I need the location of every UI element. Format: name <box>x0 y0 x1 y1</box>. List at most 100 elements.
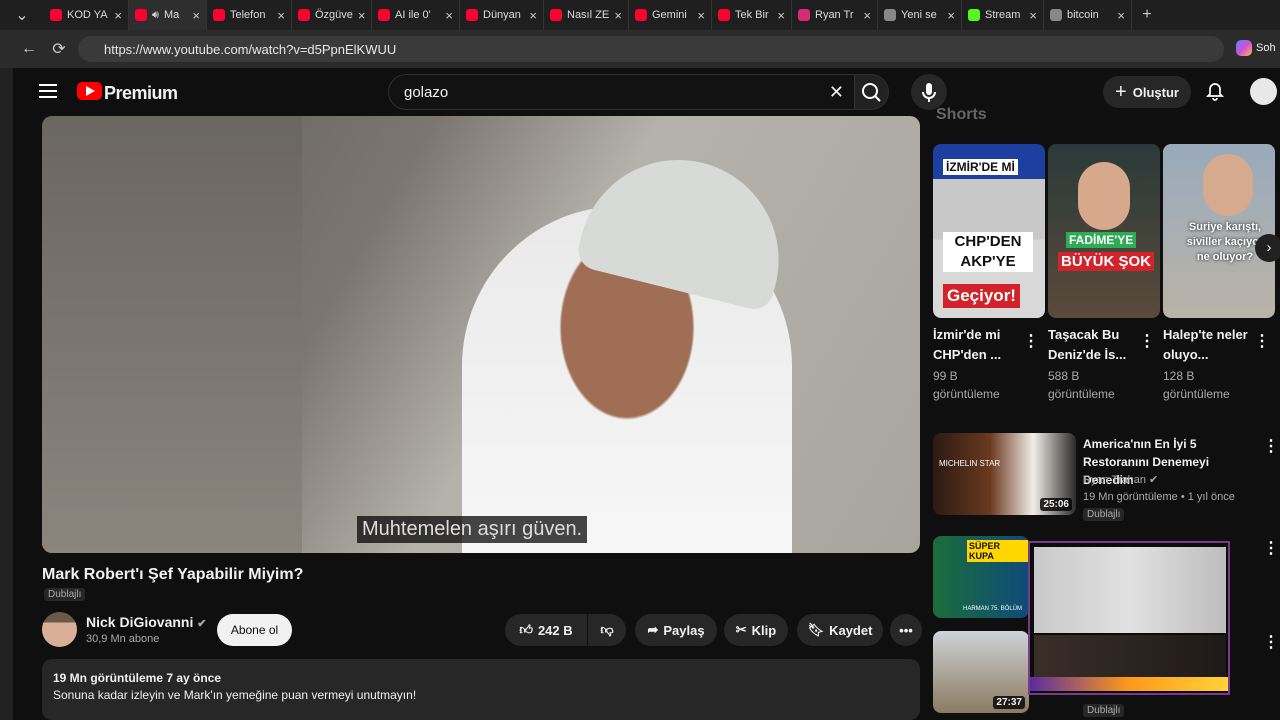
tab-close-icon[interactable]: × <box>1117 8 1125 23</box>
tab-close-icon[interactable]: × <box>277 8 285 23</box>
browser-tab-10[interactable]: Ryan Tr × <box>792 0 878 30</box>
like-button[interactable]: 👍︎ 242 B <box>505 614 587 646</box>
verified-icon: ✔ <box>1149 474 1159 486</box>
tab-label: Ryan Tr <box>815 9 854 21</box>
related-menu-1-icon[interactable]: ⋮ <box>1263 436 1279 456</box>
tab-close-icon[interactable]: × <box>529 8 537 23</box>
browser-tab-11[interactable]: Yeni se × <box>878 0 962 30</box>
short-views-3: 128 B görüntüleme <box>1163 369 1230 401</box>
dubbed-badge: Dublajlı <box>44 588 86 601</box>
related-thumbnail-3[interactable]: 27:37 <box>933 631 1029 713</box>
related-menu-3-icon[interactable]: ⋮ <box>1263 632 1279 652</box>
reload-icon[interactable]: ⟳ <box>44 39 74 59</box>
tab-close-icon[interactable]: × <box>1029 8 1037 23</box>
search-input[interactable]: golazo ✕ <box>388 74 855 110</box>
bookmark-icon: 🔖︎ <box>807 622 825 637</box>
related-dubbed-1: Dublajlı <box>1083 508 1125 521</box>
tab-favicon-icon <box>298 9 310 21</box>
hamburger-menu-icon[interactable] <box>39 84 57 98</box>
short-2-top-text: FADİME'YE <box>1066 232 1137 248</box>
browser-tab-2[interactable]: 🔊︎ Ma × <box>129 0 207 30</box>
url-field[interactable]: https://www.youtube.com/watch?v=d5PpnElK… <box>78 36 1224 62</box>
more-horizontal-icon: ••• <box>899 622 913 638</box>
tab-close-icon[interactable]: × <box>358 8 366 23</box>
related-thumbnail-2[interactable]: SÜPER KUPA HARMAN 75. BÖLÜM <box>933 536 1029 618</box>
related-thumbnail-1[interactable]: MICHELIN STAR 25:06 <box>933 433 1076 515</box>
browser-tab-7[interactable]: Nasıl ZE × <box>544 0 629 30</box>
like-count: 242 B <box>537 622 573 638</box>
browser-tab-9[interactable]: Tek Bir × <box>712 0 792 30</box>
dislike-button[interactable]: 👎︎ <box>588 614 626 646</box>
tab-favicon-icon <box>550 9 562 21</box>
video-caption: Muhtemelen aşırı güven. <box>357 516 588 543</box>
save-button[interactable]: 🔖︎ Kaydet <box>797 614 883 646</box>
tab-close-icon[interactable]: × <box>114 8 122 23</box>
short-thumbnail-2[interactable]: FADİME'YE BÜYÜK ŞOK <box>1048 144 1160 318</box>
notifications-bell-icon[interactable] <box>1205 82 1225 102</box>
tab-label: Yeni se <box>901 9 937 21</box>
short-thumbnail-1[interactable]: İZMİR'DE Mİ CHP'DEN AKP'YE Geçiyor! <box>933 144 1045 318</box>
short-title-3[interactable]: Halep'te neler oluyo... <box>1163 325 1251 365</box>
tab-close-icon[interactable]: × <box>863 8 871 23</box>
clear-search-icon[interactable]: ✕ <box>829 82 844 103</box>
scissors-icon: ✂ <box>735 622 747 637</box>
tab-close-icon[interactable]: × <box>445 8 453 23</box>
back-icon[interactable]: ← <box>14 40 44 58</box>
share-icon: ➦ <box>647 622 659 637</box>
tab-close-icon[interactable]: × <box>777 8 785 23</box>
short-title-2[interactable]: Taşacak Bu Deniz'de İs... <box>1048 325 1136 365</box>
voice-search-button[interactable] <box>911 74 947 110</box>
short-2-face <box>1078 162 1130 230</box>
channel-name-text: Nick DiGiovanni <box>86 614 194 630</box>
account-avatar[interactable] <box>1250 78 1277 105</box>
shorts-next-button[interactable]: › <box>1255 234 1280 262</box>
thumbs-down-icon: 👎︎ <box>600 622 614 637</box>
description-box[interactable]: 19 Mn görüntüleme 7 ay önce Sonuna kadar… <box>42 659 920 720</box>
channel-name[interactable]: Nick DiGiovanni ✔ <box>86 614 206 630</box>
clip-button[interactable]: ✂ Klip <box>724 614 788 646</box>
subscribe-button[interactable]: Abone ol <box>217 614 292 646</box>
tab-favicon-icon <box>466 9 478 21</box>
browser-tab-4[interactable]: Özgüve × <box>292 0 372 30</box>
share-button[interactable]: ➦ Paylaş <box>635 614 717 646</box>
browser-tab-13[interactable]: bitcoin × <box>1044 0 1132 30</box>
browser-tab-strip: ⌄ KOD YA × 🔊︎ Ma × Telefon × Özgüve × AI ile 0' × Dü… <box>0 0 1280 30</box>
create-button[interactable]: + Oluştur <box>1103 76 1191 108</box>
short-views-1: 99 B görüntüleme <box>933 369 1000 401</box>
webcam-overlay <box>1028 541 1230 695</box>
plus-icon: + <box>1115 80 1127 103</box>
tab-favicon-icon <box>968 9 980 21</box>
copilot-button[interactable]: Soh <box>1236 40 1276 56</box>
verified-icon: ✔ <box>197 618 207 630</box>
tab-close-icon[interactable]: × <box>192 8 200 23</box>
browser-tab-3[interactable]: Telefon × <box>207 0 292 30</box>
browser-tab-5[interactable]: AI ile 0' × <box>372 0 460 30</box>
save-label: Kaydet <box>829 622 873 638</box>
tab-close-icon[interactable]: × <box>614 8 622 23</box>
short-menu-2-icon[interactable]: ⋮ <box>1139 331 1155 351</box>
new-tab-icon[interactable]: + <box>1132 6 1162 24</box>
short-views-2: 588 B görüntüleme <box>1048 369 1115 401</box>
search-button[interactable] <box>855 74 889 110</box>
short-menu-1-icon[interactable]: ⋮ <box>1023 331 1039 351</box>
related-menu-2-icon[interactable]: ⋮ <box>1263 538 1279 558</box>
short-menu-3-icon[interactable]: ⋮ <box>1254 331 1270 351</box>
copilot-label: Soh <box>1256 42 1276 54</box>
tab-close-icon[interactable]: × <box>947 8 955 23</box>
channel-avatar[interactable] <box>42 612 77 647</box>
youtube-logo-icon[interactable] <box>77 82 102 100</box>
short-title-1[interactable]: İzmir'de mi CHP'den ... <box>933 325 1021 365</box>
tab-label: Telefon <box>230 9 266 21</box>
tab-list-chevron-down-icon[interactable]: ⌄ <box>0 5 44 25</box>
browser-tab-6[interactable]: Dünyan × <box>460 0 544 30</box>
speaker-icon: 🔊︎ <box>152 8 159 21</box>
related-channel-1[interactable]: Ryan Trahan ✔ <box>1083 473 1158 486</box>
more-actions-button[interactable]: ••• <box>890 614 922 646</box>
video-player[interactable]: Muhtemelen aşırı güven. <box>42 116 920 553</box>
browser-tab-1[interactable]: KOD YA × <box>44 0 129 30</box>
tab-close-icon[interactable]: × <box>697 8 705 23</box>
short-thumbnail-3[interactable]: Suriye karıştı, siviller kaçıyor ne oluy… <box>1163 144 1275 318</box>
browser-tab-8[interactable]: Gemini × <box>629 0 712 30</box>
short-3-face <box>1203 154 1253 216</box>
browser-tab-12[interactable]: Stream × <box>962 0 1044 30</box>
